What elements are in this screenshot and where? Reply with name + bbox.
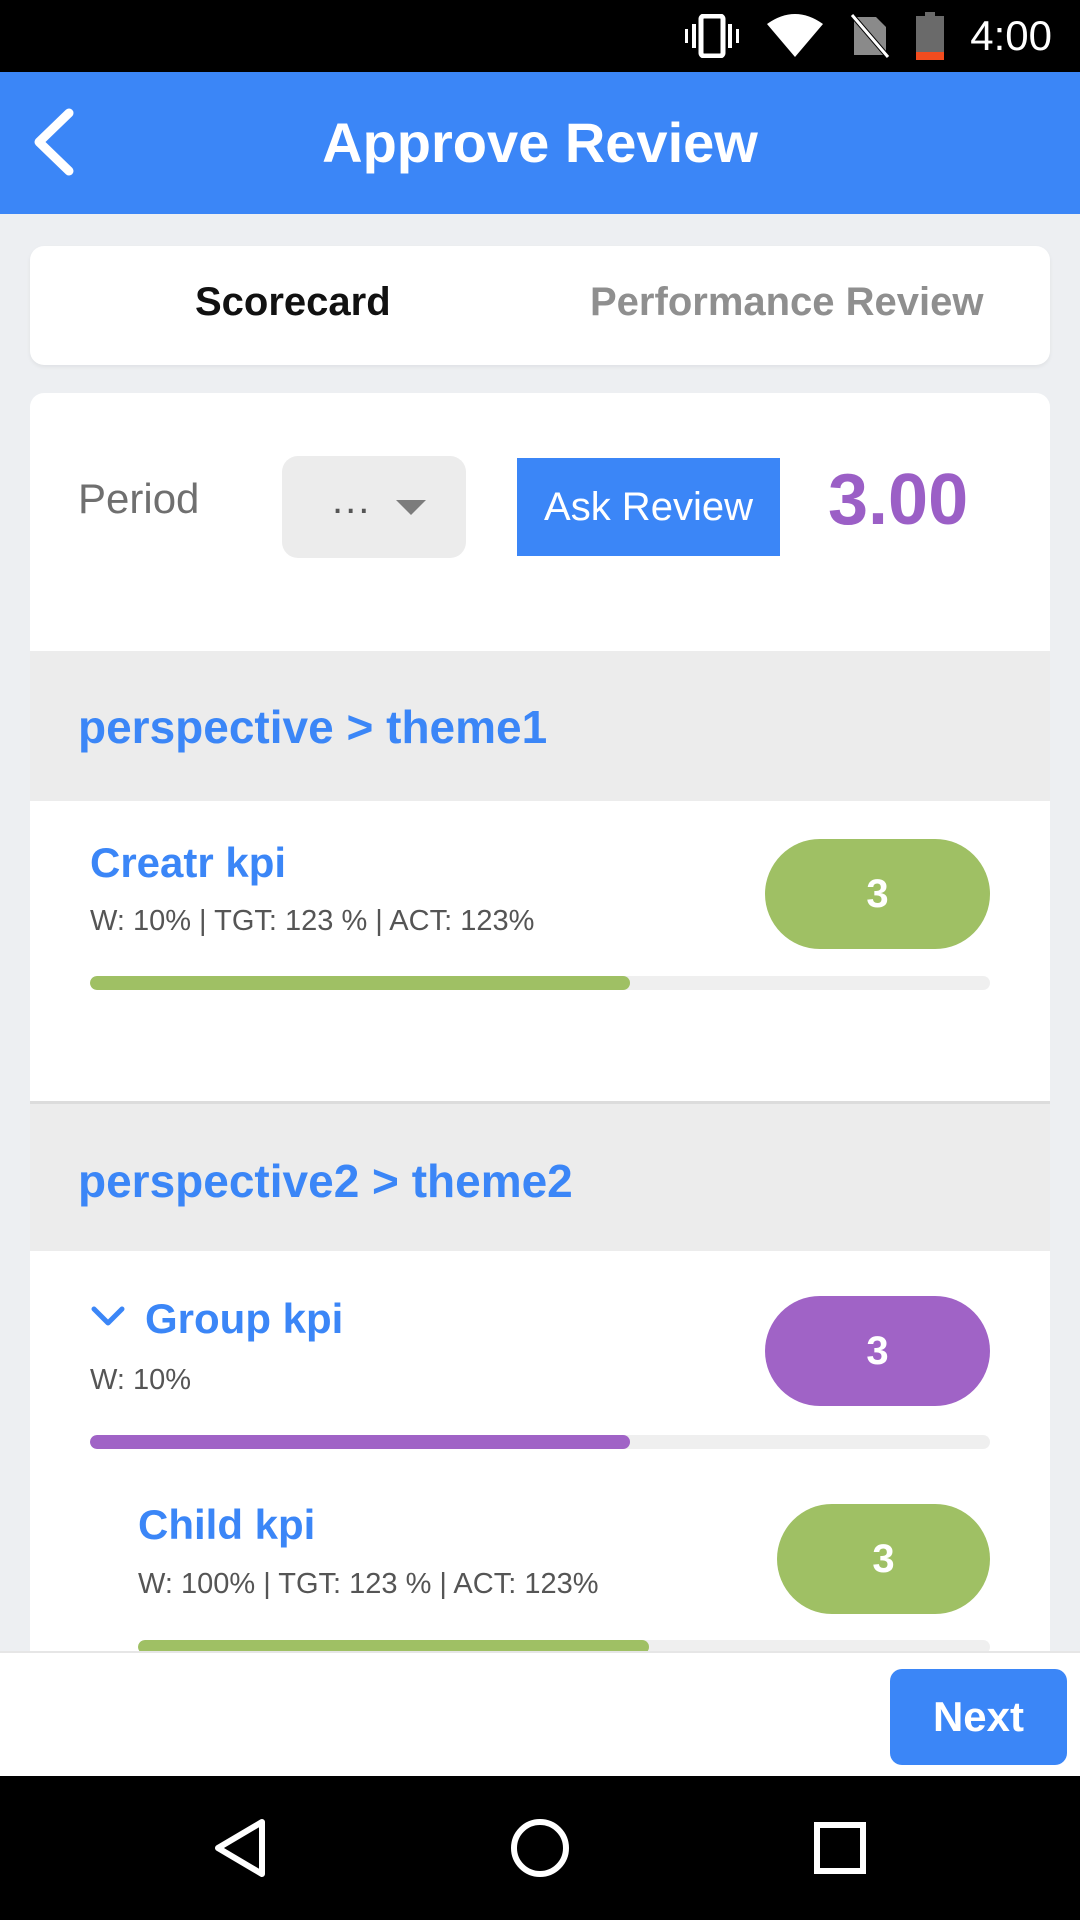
kpi-title: Group kpi [145, 1295, 344, 1342]
total-score: 3.00 [828, 460, 969, 540]
kpi-meta: W: 10% [90, 1364, 192, 1396]
section-header: perspective2 > theme2 [30, 1101, 1050, 1251]
ask-review-button[interactable]: Ask Review [517, 458, 780, 556]
recents-square-icon [814, 1822, 866, 1874]
score-badge[interactable]: 3 [777, 1504, 990, 1614]
kpi-meta: W: 10% | TGT: 123 % | ACT: 123% [90, 905, 535, 937]
no-sim-icon [850, 13, 891, 59]
caret-down-icon [396, 500, 426, 515]
section-title: perspective2 > theme2 [78, 1155, 573, 1207]
status-bar: 4:00 [0, 0, 1080, 72]
tab-scorecard[interactable]: Scorecard [195, 246, 391, 365]
scorecard-panel: Period ... Ask Review 3.00 perspective >… [30, 393, 1050, 1653]
page-title: Approve Review [322, 111, 758, 174]
progress-bar [90, 1435, 990, 1449]
status-time: 4:00 [970, 12, 1052, 59]
chevron-down-icon[interactable] [90, 1299, 126, 1335]
back-triangle-icon [215, 1819, 265, 1877]
progress-bar [90, 976, 990, 990]
kpi-meta: W: 100% | TGT: 123 % | ACT: 123% [138, 1568, 599, 1600]
system-nav-bar [0, 1776, 1080, 1920]
nav-back-button[interactable] [190, 1798, 290, 1898]
period-dropdown[interactable]: ... [282, 456, 466, 558]
nav-recents-button[interactable] [790, 1798, 890, 1898]
period-value: ... [332, 478, 372, 522]
nav-home-button[interactable] [490, 1798, 590, 1898]
bottom-action-bar: Next [0, 1651, 1080, 1776]
section-header: perspective > theme1 [30, 651, 1050, 801]
battery-low-icon [916, 12, 945, 60]
vibrate-icon [685, 14, 740, 58]
progress-fill [90, 1435, 630, 1449]
score-badge[interactable]: 3 [765, 839, 990, 949]
score-badge[interactable]: 3 [765, 1296, 990, 1406]
kpi-title: Child kpi [138, 1501, 316, 1548]
tab-performance-review[interactable]: Performance Review [590, 246, 984, 365]
section-title: perspective > theme1 [78, 701, 548, 753]
tab-bar: Scorecard Performance Review [30, 246, 1050, 365]
kpi-title: Creatr kpi [90, 839, 287, 886]
progress-fill [90, 976, 630, 990]
wifi-icon [767, 14, 824, 57]
period-label: Period [78, 475, 200, 522]
home-circle-icon [511, 1819, 569, 1877]
next-button[interactable]: Next [890, 1669, 1067, 1765]
app-bar: Approve Review [0, 72, 1080, 214]
